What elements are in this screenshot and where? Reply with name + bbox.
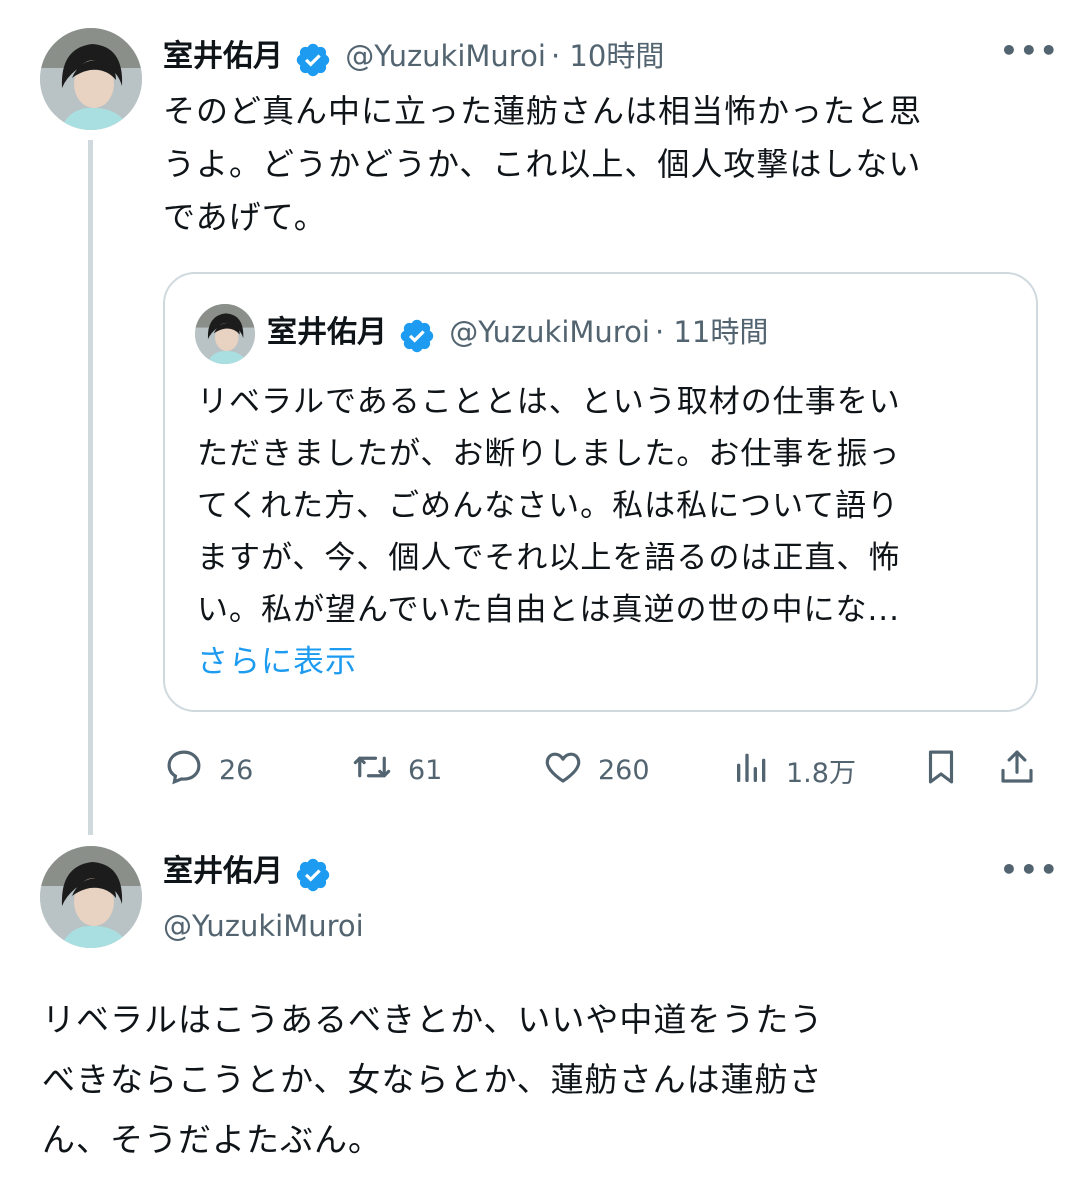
retweet-button[interactable]: 61 [350,745,442,795]
share-button[interactable] [996,745,1038,795]
retweet-count: 61 [408,754,443,786]
timestamp[interactable]: · 10時間 [551,39,664,73]
quote-header: 室井佑月 @YuzukiMuroi · 11時間 [267,312,768,359]
display-name[interactable]: 室井佑月 [163,854,283,889]
tweet-text-line: うよ。どうかどうか、これ以上、個人攻撃はしない [163,145,922,183]
verified-badge-icon [294,856,332,898]
retweet-icon [350,746,394,795]
reply-button[interactable]: 26 [163,745,253,795]
verified-badge-icon [294,41,332,83]
avatar[interactable] [40,846,142,948]
share-icon [996,746,1038,795]
tweet-header: 室井佑月 [163,852,332,898]
views-chart-icon [732,747,772,794]
handle[interactable]: @YuzukiMuroi [163,906,364,946]
thread-connector-line [88,140,93,835]
bookmark-icon [920,746,962,795]
quote-text-line: リベラルであることとは、という取材の仕事をい [197,384,901,420]
quote-handle: @YuzukiMuroi [449,315,650,349]
bookmark-button[interactable] [920,745,962,795]
views-button[interactable]: 1.8万 [732,745,856,795]
reply-icon [163,746,205,795]
quote-text-line: ただきましたが、お断りしました。お仕事を振っ [197,436,901,472]
tweet-body: リベラルはこうあるべきとか、いいや中道をうたう べきならこうとか、女ならとか、蓮… [42,990,823,1170]
verified-badge-icon [398,317,436,359]
like-count: 260 [598,754,650,786]
tweet-body: そのど真ん中に立った蓮舫さんは相当怖かったと思 うよ。どうかどうか、これ以上、個… [163,85,922,244]
heart-icon [542,746,584,795]
quote-body: リベラルであることとは、という取材の仕事をい ただきましたが、お断りしました。お… [197,376,901,688]
avatar[interactable] [40,28,142,130]
quote-avatar [195,304,255,364]
more-dots-icon[interactable]: ••• [1000,34,1060,67]
tweet-text-line: そのど真ん中に立った蓮舫さんは相当怖かったと思 [163,92,923,130]
tweet-header: 室井佑月 @YuzukiMuroi · 10時間 [163,36,664,83]
display-name[interactable]: 室井佑月 [163,39,283,74]
quote-timestamp: · 11時間 [655,315,769,349]
more-dots-icon[interactable]: ••• [1000,853,1060,886]
tweet-text-line: リベラルはこうあるべきとか、いいや中道をうたう [42,1000,824,1039]
handle[interactable]: @YuzukiMuroi [345,39,546,73]
quote-text-line: ますが、今、個人でそれ以上を語るのは正直、怖 [197,540,901,576]
reply-count: 26 [219,754,254,786]
show-more-link[interactable]: さらに表示 [197,636,901,688]
views-count: 1.8万 [786,757,856,789]
tweet-text-line: べきならこうとか、女ならとか、蓮舫さんは蓮舫さ [42,1060,823,1099]
tweet-text-line: であげて。 [163,198,327,236]
quote-text-line: てくれた方、ごめんなさい。私は私について語り [197,488,900,524]
quote-display-name: 室井佑月 [267,315,387,350]
quoted-tweet-card[interactable]: 室井佑月 @YuzukiMuroi · 11時間 リベラルであることとは、という… [163,272,1038,712]
like-button[interactable]: 260 [542,745,650,795]
tweet-text-line: ん、そうだよたぶん。 [42,1120,382,1159]
quote-text-line: い。私が望んでいた自由とは真逆の世の中にな... [197,592,901,628]
